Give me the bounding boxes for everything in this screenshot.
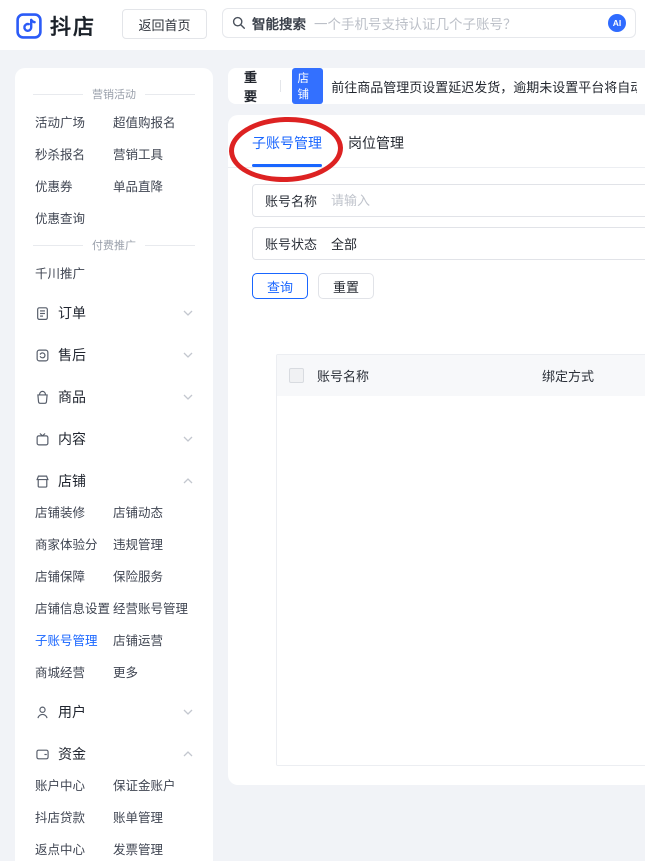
account-status-label: 账号状态 [265, 237, 318, 252]
sidebar-item-invoice-management[interactable]: 发票管理 [113, 839, 213, 858]
top-header: 抖店 返回首页 智能搜索 一个手机号支持认证几个子账号？ AI [0, 0, 645, 50]
sub-account-table: 账号名称 绑定方式 [276, 354, 645, 766]
account-name-label: 账号名称 [265, 194, 318, 209]
chevron-down-icon [183, 708, 193, 716]
sidebar-item-business-account-management[interactable]: 经营账号管理 [113, 598, 213, 617]
sidebar-item-shop-decoration[interactable]: 店铺装修 [35, 502, 113, 521]
funds-submenu: 账户中心 保证金账户 抖店贷款 账单管理 返点中心 发票管理 历史报表 [15, 775, 213, 861]
sidebar-item-label: 订单 [58, 305, 86, 321]
table-body-empty [277, 396, 645, 765]
sub-account-panel: 子账号管理 岗位管理 账号名称 账号状态 全部 查询 重置 账号名称 绑定方式 [228, 115, 645, 785]
logo-text: 抖店 [50, 16, 96, 39]
smart-search-bar[interactable]: 智能搜索 一个手机号支持认证几个子账号？ AI [222, 8, 636, 38]
notice-important-label: 重要 [244, 70, 258, 104]
aftersale-icon [35, 348, 50, 363]
ai-assistant-button[interactable]: AI [608, 14, 626, 32]
sidebar-item-merchant-experience-score[interactable]: 商家体验分 [35, 534, 113, 553]
sidebar: 营销活动 活动广场 超值购报名 秒杀报名 营销工具 优惠券 单品直降 优惠查询 … [15, 68, 213, 861]
sidebar-item-label: 用户 [58, 704, 86, 720]
reset-button[interactable]: 重置 [318, 273, 374, 299]
content-icon [35, 432, 50, 447]
chevron-up-icon [183, 750, 193, 758]
search-placeholder: 一个手机号支持认证几个子账号？ [314, 17, 517, 32]
back-home-button[interactable]: 返回首页 [122, 9, 207, 39]
notice-bar: 重要 店铺 前往商品管理页设置延迟发货，逾期未设置平台将自动延迟 [228, 68, 645, 104]
sidebar-item-single-item-discount[interactable]: 单品直降 [113, 176, 213, 195]
sidebar-item-funds[interactable]: 资金 [15, 733, 213, 775]
sidebar-item-aftersale[interactable]: 售后 [15, 334, 213, 376]
funds-icon [35, 747, 50, 762]
sidebar-item-label: 内容 [58, 431, 86, 447]
chevron-down-icon [183, 435, 193, 443]
sidebar-item-shop[interactable]: 店铺 [15, 460, 213, 502]
chevron-down-icon [183, 393, 193, 401]
sidebar-item-value-buy-signup[interactable]: 超值购报名 [113, 112, 213, 131]
goods-icon [35, 390, 50, 405]
sidebar-section-marketing: 营销活动 [33, 86, 195, 102]
sidebar-item-shop-protection[interactable]: 店铺保障 [35, 566, 113, 585]
account-status-select[interactable]: 全部 [331, 234, 357, 253]
tab-sub-account-management[interactable]: 子账号管理 [252, 133, 322, 167]
select-all-checkbox[interactable] [289, 368, 304, 383]
sidebar-item-deposit-account[interactable]: 保证金账户 [113, 775, 213, 794]
notice-shop-badge[interactable]: 店铺 [292, 68, 324, 104]
douyin-shop-admin: { "header": { "logo_text": "抖店", "back_b… [0, 0, 645, 861]
chevron-down-icon [183, 309, 193, 317]
sidebar-item-sub-account-management[interactable]: 子账号管理 [35, 630, 113, 649]
sidebar-item-shop-info-settings[interactable]: 店铺信息设置 [35, 598, 113, 617]
douyin-shop-logo-icon [16, 13, 42, 39]
account-name-filter[interactable]: 账号名称 [252, 184, 645, 217]
search-icon [232, 16, 246, 30]
sidebar-item-activity-square[interactable]: 活动广场 [35, 112, 113, 131]
user-icon [35, 705, 50, 720]
sidebar-item-shop-operations[interactable]: 店铺运营 [113, 630, 213, 649]
sidebar-item-mall-business[interactable]: 商城经营 [35, 662, 113, 681]
sidebar-item-doudian-loans[interactable]: 抖店贷款 [35, 807, 113, 826]
sidebar-item-flash-sale-signup[interactable]: 秒杀报名 [35, 144, 113, 163]
account-status-filter[interactable]: 账号状态 全部 [252, 227, 645, 260]
query-button[interactable]: 查询 [252, 273, 308, 299]
sidebar-item-shop-updates[interactable]: 店铺动态 [113, 502, 213, 521]
column-account-name: 账号名称 [317, 369, 370, 384]
notice-message[interactable]: 前往商品管理页设置延迟发货，逾期未设置平台将自动延迟 [331, 77, 637, 96]
chevron-down-icon [183, 351, 193, 359]
sidebar-item-label: 资金 [58, 746, 86, 762]
sidebar-item-qianchuan-promo[interactable]: 千川推广 [35, 263, 113, 282]
sidebar-item-more[interactable]: 更多 [113, 662, 213, 681]
sidebar-item-account-center[interactable]: 账户中心 [35, 775, 113, 794]
sidebar-item-rebate-center[interactable]: 返点中心 [35, 839, 113, 858]
account-name-input[interactable] [331, 193, 645, 208]
table-header-row: 账号名称 绑定方式 [277, 355, 645, 396]
marketing-links: 活动广场 超值购报名 秒杀报名 营销工具 优惠券 单品直降 优惠查询 [15, 112, 213, 227]
shop-submenu: 店铺装修 店铺动态 商家体验分 违规管理 店铺保障 保险服务 店铺信息设置 经营… [15, 502, 213, 681]
sidebar-item-coupons[interactable]: 优惠券 [35, 176, 113, 195]
sidebar-item-discount-query[interactable]: 优惠查询 [35, 208, 113, 227]
sidebar-item-label: 店铺 [58, 473, 86, 489]
column-binding-method: 绑定方式 [542, 369, 595, 384]
douyin-shop-logo[interactable]: 抖店 [16, 11, 96, 41]
sidebar-item-goods[interactable]: 商品 [15, 376, 213, 418]
sidebar-item-orders[interactable]: 订单 [15, 292, 213, 334]
shop-icon [35, 474, 50, 489]
sidebar-item-bill-management[interactable]: 账单管理 [113, 807, 213, 826]
chevron-up-icon [183, 477, 193, 485]
sidebar-item-insurance-services[interactable]: 保险服务 [113, 566, 213, 585]
search-label: 智能搜索 [252, 17, 306, 32]
sidebar-item-marketing-tools[interactable]: 营销工具 [113, 144, 213, 163]
sidebar-item-violation-management[interactable]: 违规管理 [113, 534, 213, 553]
orders-icon [35, 306, 50, 321]
filter-area: 账号名称 账号状态 全部 查询 重置 账号名称 绑定方式 [228, 168, 645, 766]
sidebar-item-label: 售后 [58, 347, 86, 363]
sidebar-item-content[interactable]: 内容 [15, 418, 213, 460]
sidebar-section-paid-promo: 付费推广 [33, 237, 195, 253]
sidebar-item-label: 商品 [58, 389, 86, 405]
tab-bar: 子账号管理 岗位管理 [228, 115, 645, 168]
notice-divider [279, 80, 281, 92]
filter-buttons: 查询 重置 [252, 273, 645, 299]
tab-position-management[interactable]: 岗位管理 [348, 133, 404, 167]
sidebar-item-users[interactable]: 用户 [15, 691, 213, 733]
paid-promo-links: 千川推广 [15, 263, 213, 282]
